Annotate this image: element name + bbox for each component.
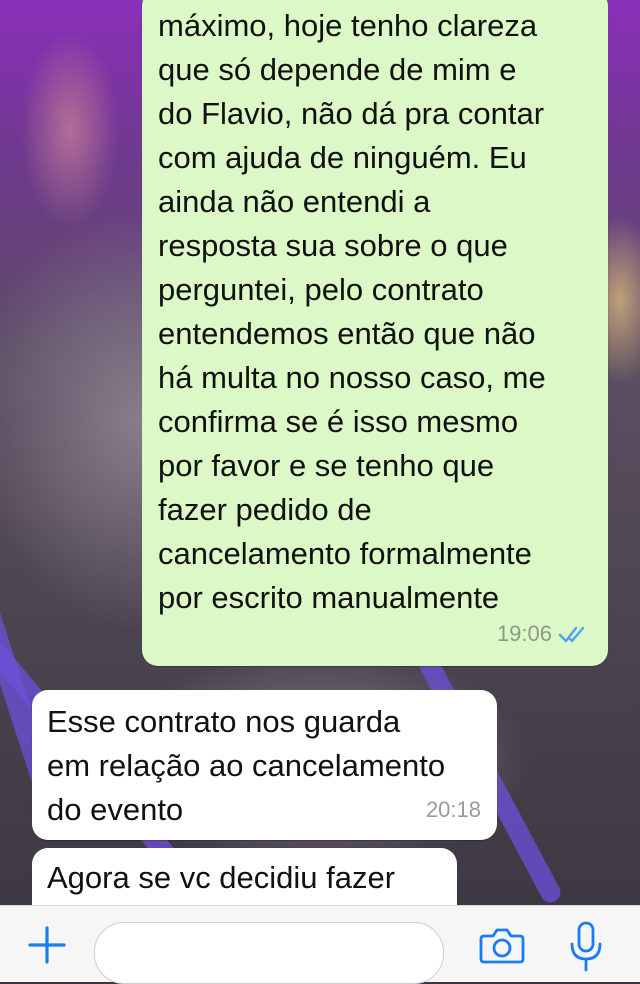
message-text: Esse contrato nos guarda em relação ao c… [47,704,446,827]
outgoing-message[interactable]: máximo, hoje tenho clareza que só depend… [142,0,608,666]
message-meta: 20:18 [426,788,481,832]
read-receipt-icon [558,626,585,643]
incoming-message[interactable]: Agora se vc decidiu fazer [32,848,457,905]
message-meta: 19:06 [497,612,590,656]
message-list[interactable]: máximo, hoje tenho clareza que só depend… [0,0,640,905]
message-time: 20:18 [425,797,481,822]
input-bar [0,905,640,984]
plus-icon[interactable] [26,924,68,966]
incoming-message[interactable]: Esse contrato nos guarda em relação ao c… [32,690,497,840]
message-input[interactable] [94,922,444,984]
message-text: Agora se vc decidiu fazer [47,860,396,895]
camera-icon[interactable] [478,924,526,966]
microphone-icon[interactable] [566,920,606,974]
message-time: 19:06 [496,621,552,646]
message-text: máximo, hoje tenho clareza que só depend… [158,8,546,615]
